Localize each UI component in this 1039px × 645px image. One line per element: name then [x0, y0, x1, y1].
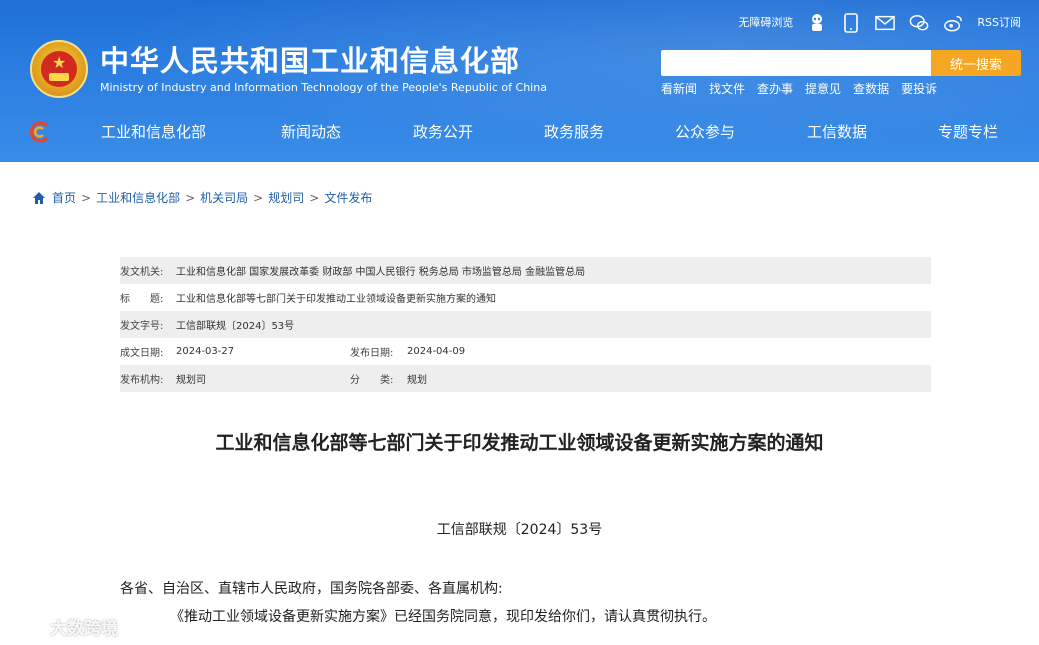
quick-link-feedback[interactable]: 提意见 [805, 81, 841, 97]
quick-link-complaint[interactable]: 要投诉 [901, 81, 937, 97]
meta-label: 标 题: [120, 294, 164, 305]
meta-value: 工业和信息化部 国家发展改革委 财政部 中国人民银行 税务总局 市场监管总局 金… [176, 267, 586, 278]
watermark-text: 大数跨境 [50, 619, 118, 639]
nav-item-topics[interactable]: 专题专栏 [938, 122, 998, 142]
site-title[interactable]: 中华人民共和国工业和信息化部 [100, 44, 520, 78]
breadcrumb-separator: > [81, 190, 92, 205]
ministry-logo-icon[interactable] [28, 120, 52, 144]
watermark: 大数跨境 [8, 614, 118, 639]
weibo-icon[interactable] [943, 13, 963, 33]
robot-icon[interactable] [807, 13, 827, 33]
quick-links: 看新闻 找文件 查办事 提意见 查数据 要投诉 [661, 81, 937, 97]
meta-label: 发布机构: [120, 375, 164, 386]
quick-link-news[interactable]: 看新闻 [661, 81, 697, 97]
document-number: 工信部联规〔2024〕53号 [436, 522, 603, 538]
meta-value: 工业和信息化部等七部门关于印发推动工业领域设备更新实施方案的通知 [176, 294, 496, 305]
meta-value: 2024-04-09 [407, 346, 466, 357]
site-subtitle: Ministry of Industry and Information Tec… [100, 81, 547, 94]
meta-label: 发文机关: [120, 267, 164, 278]
mobile-icon[interactable] [841, 13, 861, 33]
quick-link-data[interactable]: 查数据 [853, 81, 889, 97]
wechat-icon[interactable] [909, 13, 929, 33]
meta-value: 工信部联规〔2024〕53号 [176, 321, 295, 332]
document-salutation: 各省、自治区、直辖市人民政府，国务院各部委、各直属机构: [120, 581, 503, 597]
breadcrumb-ministry[interactable]: 工业和信息化部 [96, 189, 180, 206]
breadcrumb-planning[interactable]: 规划司 [268, 189, 304, 206]
meta-label: 分 类: [350, 375, 394, 386]
nav-item-participation[interactable]: 公众参与 [675, 122, 735, 142]
mail-icon[interactable] [875, 13, 896, 33]
nav-item-data[interactable]: 工信数据 [807, 122, 867, 142]
watermark-logo-icon [9, 616, 43, 637]
breadcrumb-departments[interactable]: 机关司局 [200, 189, 248, 206]
document-meta-table: 发文机关: 工业和信息化部 国家发展改革委 财政部 中国人民银行 税务总局 市场… [120, 257, 931, 392]
nav-item-ministry[interactable]: 工业和信息化部 [101, 122, 206, 142]
nav-item-gov-affairs[interactable]: 政务公开 [413, 122, 473, 142]
top-tools: 无障碍浏览 RSS订阅 [738, 12, 1021, 34]
breadcrumb-separator: > [309, 190, 320, 205]
rss-link[interactable]: RSS订阅 [977, 12, 1021, 34]
meta-row-org: 发布机构: 规划司 分 类: 规划 [120, 365, 931, 392]
home-icon[interactable] [32, 191, 46, 205]
meta-row-dates: 成文日期: 2024-03-27 发布日期: 2024-04-09 [120, 338, 931, 365]
accessibility-link[interactable]: 无障碍浏览 [738, 12, 793, 34]
quick-link-services[interactable]: 查办事 [757, 81, 793, 97]
search-button[interactable]: 统一搜索 [931, 50, 1021, 76]
quick-link-files[interactable]: 找文件 [709, 81, 745, 97]
meta-row-title: 标 题: 工业和信息化部等七部门关于印发推动工业领域设备更新实施方案的通知 [120, 284, 931, 311]
meta-label: 成文日期: [120, 348, 164, 359]
meta-label: 发文字号: [120, 321, 164, 332]
document-title: 工业和信息化部等七部门关于印发推动工业领域设备更新实施方案的通知 [215, 432, 824, 454]
meta-value: 2024-03-27 [176, 346, 235, 357]
meta-value: 规划司 [176, 375, 206, 386]
meta-label: 发布日期: [350, 348, 394, 359]
breadcrumb-separator: > [253, 190, 264, 205]
meta-row-doc-no: 发文字号: 工信部联规〔2024〕53号 [120, 311, 931, 338]
breadcrumb-file-release[interactable]: 文件发布 [324, 189, 372, 206]
document-body-paragraph: 《推动工业领域设备更新实施方案》已经国务院同意，现印发给你们，请认真贯彻执行。 [170, 609, 716, 625]
breadcrumb: 首页 > 工业和信息化部 > 机关司局 > 规划司 > 文件发布 [32, 189, 372, 206]
meta-row-issuer: 发文机关: 工业和信息化部 国家发展改革委 财政部 中国人民银行 税务总局 市场… [120, 257, 931, 284]
nav-item-news[interactable]: 新闻动态 [281, 122, 341, 142]
meta-value: 规划 [407, 375, 427, 386]
breadcrumb-separator: > [185, 190, 196, 205]
main-nav: 工业和信息化部 新闻动态 政务公开 政务服务 公众参与 工信数据 专题专栏 [0, 112, 1039, 152]
nav-item-gov-services[interactable]: 政务服务 [544, 122, 604, 142]
search-input[interactable] [661, 50, 931, 76]
breadcrumb-home[interactable]: 首页 [52, 189, 76, 206]
national-emblem-logo[interactable]: ★ [30, 40, 88, 98]
